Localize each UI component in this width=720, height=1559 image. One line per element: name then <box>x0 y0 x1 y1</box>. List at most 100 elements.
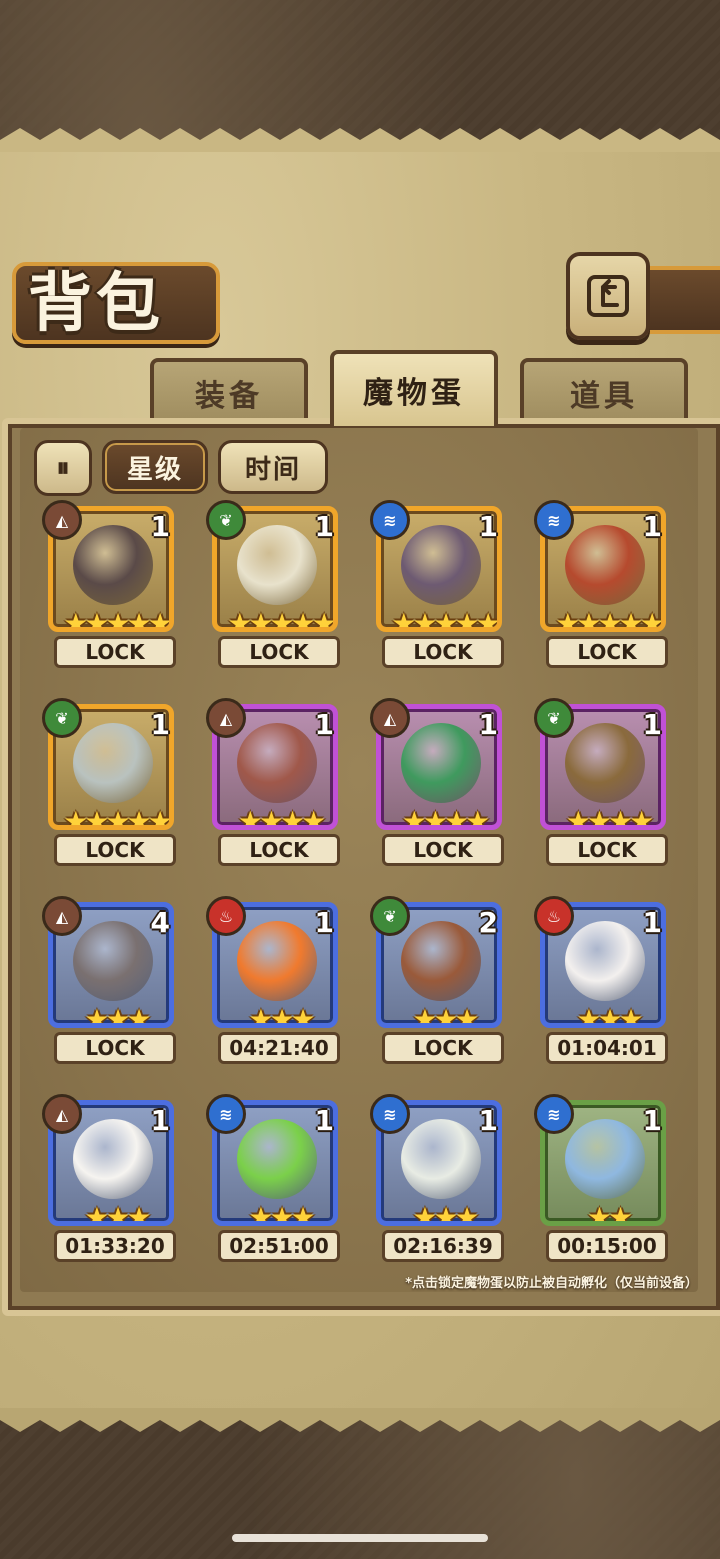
lock-button[interactable]: LOCK <box>382 1032 504 1064</box>
lock-button[interactable]: LOCK <box>54 834 176 866</box>
earth-element-icon: ◭ <box>42 500 82 540</box>
egg-count: 1 <box>314 510 334 543</box>
egg-count: 1 <box>314 906 334 939</box>
egg-count: 4 <box>150 906 170 939</box>
egg-image <box>73 1119 153 1199</box>
fire-element-icon: ♨ <box>534 896 574 936</box>
egg-count: 1 <box>314 1104 334 1137</box>
egg-count: 1 <box>150 1104 170 1137</box>
egg-card[interactable]: ★★★ ❦ 2 LOCK <box>370 896 510 1066</box>
star-rating: ★★★ <box>84 1201 151 1226</box>
egg-count: 1 <box>642 510 662 543</box>
lock-hint-text: *点击锁定魔物蛋以防止被自动孵化（仅当前设备） <box>405 1276 698 1291</box>
egg-card[interactable]: ★★ ≋ 1 00:15:00 <box>534 1094 674 1264</box>
egg-image <box>237 921 317 1001</box>
tab-equipment[interactable]: 装备 <box>150 358 308 424</box>
hatch-timer: 01:33:20 <box>54 1230 176 1262</box>
hatch-timer: 04:21:40 <box>218 1032 340 1064</box>
hatch-timer: 01:04:01 <box>546 1032 668 1064</box>
egg-card[interactable]: ★★★ ♨ 1 01:04:01 <box>534 896 674 1066</box>
earth-element-icon: ◭ <box>42 896 82 936</box>
back-arrow-icon <box>587 275 629 317</box>
hatch-timer: 00:15:00 <box>546 1230 668 1262</box>
wood-element-icon: ❦ <box>42 698 82 738</box>
star-rating: ★★★★★ <box>555 607 661 632</box>
sort-by-stars-button[interactable]: 星级 <box>102 440 208 494</box>
egg-count: 1 <box>642 708 662 741</box>
egg-image <box>565 723 645 803</box>
star-rating: ★★★ <box>84 1003 151 1028</box>
lock-button[interactable]: LOCK <box>546 636 668 668</box>
home-indicator[interactable] <box>232 1534 488 1542</box>
egg-count: 1 <box>150 510 170 543</box>
egg-card[interactable]: ★★★ ◭ 4 LOCK <box>42 896 182 1066</box>
egg-card[interactable]: ★★★★ ❦ 1 LOCK <box>534 698 674 868</box>
pause-sort-icon: ⏸ <box>56 452 70 483</box>
earth-element-icon: ◭ <box>370 698 410 738</box>
wood-element-icon: ❦ <box>206 500 246 540</box>
star-rating: ★★★★★ <box>63 805 169 830</box>
egg-count: 1 <box>478 510 498 543</box>
egg-count: 1 <box>642 1104 662 1137</box>
back-rail <box>640 266 720 334</box>
egg-card[interactable]: ★★★★★ ≋ 1 LOCK <box>370 500 510 670</box>
egg-image <box>401 525 481 605</box>
egg-card[interactable]: ★★★★★ ❦ 1 LOCK <box>42 698 182 868</box>
lock-button[interactable]: LOCK <box>54 636 176 668</box>
egg-image <box>73 525 153 605</box>
egg-image <box>565 525 645 605</box>
star-rating: ★★★ <box>412 1201 479 1226</box>
egg-count: 2 <box>478 906 498 939</box>
tab-items[interactable]: 道具 <box>520 358 688 424</box>
hatch-timer: 02:16:39 <box>382 1230 504 1262</box>
water-element-icon: ≋ <box>370 500 410 540</box>
egg-image <box>73 921 153 1001</box>
lock-button[interactable]: LOCK <box>382 834 504 866</box>
egg-count: 1 <box>314 708 334 741</box>
egg-card[interactable]: ★★★★ ◭ 1 LOCK <box>206 698 346 868</box>
egg-card[interactable]: ★★★★ ◭ 1 LOCK <box>370 698 510 868</box>
egg-card[interactable]: ★★★ ≋ 1 02:16:39 <box>370 1094 510 1264</box>
egg-card[interactable]: ★★★★★ ❦ 1 LOCK <box>206 500 346 670</box>
sort-order-toggle[interactable]: ⏸ <box>34 440 92 496</box>
egg-count: 1 <box>642 906 662 939</box>
star-rating: ★★★★ <box>565 805 654 830</box>
wood-element-icon: ❦ <box>370 896 410 936</box>
star-rating: ★★★★★ <box>63 607 169 632</box>
lock-button[interactable]: LOCK <box>382 636 504 668</box>
egg-count: 1 <box>478 1104 498 1137</box>
star-rating: ★★★★ <box>401 805 490 830</box>
egg-image <box>565 921 645 1001</box>
water-element-icon: ≋ <box>206 1094 246 1134</box>
egg-image <box>401 1119 481 1199</box>
wood-element-icon: ❦ <box>534 698 574 738</box>
lock-button[interactable]: LOCK <box>546 834 668 866</box>
egg-image <box>237 525 317 605</box>
egg-image <box>73 723 153 803</box>
fire-element-icon: ♨ <box>206 896 246 936</box>
page-title: 背包 <box>28 266 164 341</box>
egg-card[interactable]: ★★★ ♨ 1 04:21:40 <box>206 896 346 1066</box>
egg-card[interactable]: ★★★ ◭ 1 01:33:20 <box>42 1094 182 1264</box>
back-button[interactable] <box>566 252 650 340</box>
egg-card[interactable]: ★★★ ≋ 1 02:51:00 <box>206 1094 346 1264</box>
egg-image <box>565 1119 645 1199</box>
lock-button[interactable]: LOCK <box>218 636 340 668</box>
egg-image <box>401 723 481 803</box>
egg-card[interactable]: ★★★★★ ≋ 1 LOCK <box>534 500 674 670</box>
star-rating: ★★★★★ <box>391 607 497 632</box>
tab-monster-eggs[interactable]: 魔物蛋 <box>330 350 498 426</box>
egg-count: 1 <box>478 708 498 741</box>
sort-by-time-button[interactable]: 时间 <box>218 440 328 494</box>
lock-button[interactable]: LOCK <box>54 1032 176 1064</box>
egg-image <box>237 1119 317 1199</box>
water-element-icon: ≋ <box>534 500 574 540</box>
hatch-timer: 02:51:00 <box>218 1230 340 1262</box>
star-rating: ★★★ <box>576 1003 643 1028</box>
lock-button[interactable]: LOCK <box>218 834 340 866</box>
egg-card[interactable]: ★★★★★ ◭ 1 LOCK <box>42 500 182 670</box>
water-element-icon: ≋ <box>370 1094 410 1134</box>
earth-element-icon: ◭ <box>42 1094 82 1134</box>
star-rating: ★★★★ <box>237 805 326 830</box>
egg-image <box>401 921 481 1001</box>
